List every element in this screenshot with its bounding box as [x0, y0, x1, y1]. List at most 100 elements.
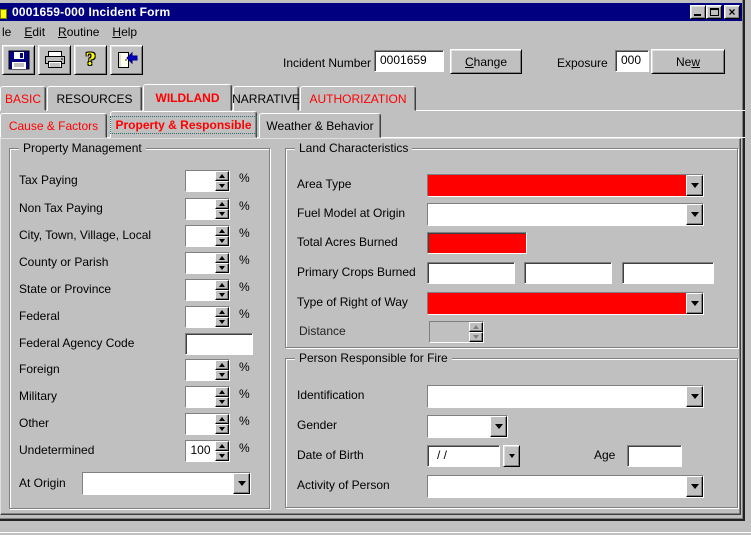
- tab-wildland[interactable]: WILDLAND: [143, 84, 232, 111]
- state-province-spinner[interactable]: [185, 279, 230, 301]
- exposure-label: Exposure: [557, 56, 608, 70]
- save-icon: [8, 50, 30, 70]
- tab-property-responsible[interactable]: Property & Responsible: [110, 111, 257, 138]
- new-button[interactable]: New: [651, 49, 725, 74]
- percent-label: %: [239, 441, 250, 455]
- total-acres-field[interactable]: [427, 232, 527, 254]
- spin-down-icon[interactable]: [215, 317, 229, 327]
- spin-down-icon[interactable]: [215, 236, 229, 246]
- tab-cause-factors[interactable]: Cause & Factors: [0, 113, 107, 138]
- spin-up-icon[interactable]: [215, 280, 229, 290]
- incident-form-window: 0001659-000 Incident Form × le Edit Rout…: [0, 0, 745, 521]
- land-characteristics-title: Land Characteristics: [295, 141, 412, 155]
- spin-down-icon[interactable]: [215, 424, 229, 434]
- spin-down-icon[interactable]: [215, 451, 229, 461]
- tab-authorization[interactable]: AUTHORIZATION: [300, 86, 416, 111]
- date-of-birth-field[interactable]: / /: [427, 445, 500, 467]
- maximize-button[interactable]: [706, 5, 722, 19]
- percent-label: %: [239, 280, 250, 294]
- age-field[interactable]: [627, 445, 682, 467]
- chevron-down-icon[interactable]: [686, 175, 703, 196]
- minimize-button[interactable]: [690, 5, 706, 19]
- help-button[interactable]: ?: [74, 45, 107, 75]
- other-spinner[interactable]: [185, 413, 230, 435]
- chevron-down-icon[interactable]: [686, 386, 703, 407]
- undetermined-label: Undetermined: [19, 443, 94, 457]
- chevron-down-icon[interactable]: [490, 416, 507, 437]
- primary-crop-field-3[interactable]: [622, 262, 714, 284]
- close-button[interactable]: ×: [724, 5, 740, 19]
- spin-up-icon[interactable]: [215, 171, 229, 181]
- spin-down-icon[interactable]: [215, 263, 229, 273]
- spin-up-icon[interactable]: [215, 414, 229, 424]
- total-acres-label: Total Acres Burned: [297, 235, 398, 249]
- date-picker-button[interactable]: [503, 445, 520, 467]
- area-type-dropdown[interactable]: [427, 174, 704, 197]
- identification-label: Identification: [297, 388, 364, 402]
- county-parish-label: County or Parish: [19, 255, 108, 269]
- tab-resources[interactable]: RESOURCES: [47, 86, 142, 111]
- at-origin-label: At Origin: [19, 476, 66, 490]
- spin-up-icon[interactable]: [215, 199, 229, 209]
- identification-dropdown[interactable]: [427, 385, 704, 408]
- chevron-down-icon[interactable]: [686, 476, 703, 497]
- save-button[interactable]: [2, 45, 35, 75]
- desktop-edge: [0, 532, 751, 533]
- right-of-way-dropdown[interactable]: [427, 292, 704, 315]
- chevron-down-icon[interactable]: [233, 473, 250, 494]
- non-tax-paying-spinner[interactable]: [185, 198, 230, 220]
- tab-weather-behavior[interactable]: Weather & Behavior: [259, 113, 381, 138]
- exit-button[interactable]: [110, 45, 143, 75]
- change-button[interactable]: Change: [450, 49, 522, 74]
- activity-dropdown[interactable]: [427, 475, 704, 498]
- federal-label: Federal: [19, 309, 60, 323]
- menu-help[interactable]: Help: [112, 25, 137, 39]
- state-province-label: State or Province: [19, 282, 111, 296]
- city-town-spinner[interactable]: [185, 225, 230, 247]
- spin-down-icon[interactable]: [215, 397, 229, 407]
- tax-paying-spinner[interactable]: [185, 170, 230, 192]
- chevron-down-icon[interactable]: [686, 204, 703, 225]
- app-icon: [0, 9, 7, 19]
- window-title: 0001659-000 Incident Form: [12, 5, 170, 19]
- print-button[interactable]: [38, 45, 71, 75]
- spin-up-icon[interactable]: [215, 387, 229, 397]
- undetermined-spinner[interactable]: 100: [185, 440, 230, 462]
- federal-agency-code-field[interactable]: [185, 333, 253, 355]
- at-origin-dropdown[interactable]: [82, 472, 251, 495]
- spin-down-icon: [469, 332, 483, 342]
- incident-number-field[interactable]: 0001659: [374, 50, 444, 72]
- other-label: Other: [19, 416, 49, 430]
- spin-up-icon[interactable]: [215, 360, 229, 370]
- spin-up-icon[interactable]: [215, 307, 229, 317]
- federal-spinner[interactable]: [185, 306, 230, 328]
- title-bar[interactable]: 0001659-000 Incident Form ×: [0, 3, 742, 21]
- spin-down-icon[interactable]: [215, 209, 229, 219]
- tax-paying-label: Tax Paying: [19, 173, 78, 187]
- spin-down-icon[interactable]: [215, 370, 229, 380]
- exposure-field[interactable]: 000: [615, 50, 649, 72]
- percent-label: %: [239, 226, 250, 240]
- spin-up-icon[interactable]: [215, 441, 229, 451]
- gender-dropdown[interactable]: [427, 415, 508, 438]
- spin-down-icon[interactable]: [215, 290, 229, 300]
- person-responsible-title: Person Responsible for Fire: [295, 351, 452, 365]
- military-spinner[interactable]: [185, 386, 230, 408]
- foreign-spinner[interactable]: [185, 359, 230, 381]
- primary-crop-field-2[interactable]: [524, 262, 612, 284]
- spin-up-icon[interactable]: [215, 226, 229, 236]
- county-parish-spinner[interactable]: [185, 252, 230, 274]
- tab-basic[interactable]: BASIC: [0, 86, 46, 111]
- menu-routine[interactable]: Routine: [58, 25, 99, 39]
- menu-file[interactable]: le: [2, 25, 11, 39]
- chevron-down-icon[interactable]: [686, 293, 703, 314]
- primary-crops-label: Primary Crops Burned: [297, 265, 416, 279]
- spin-down-icon[interactable]: [215, 181, 229, 191]
- chevron-down-icon: [509, 454, 515, 458]
- spin-up-icon[interactable]: [215, 253, 229, 263]
- primary-crop-field-1[interactable]: [427, 262, 515, 284]
- fuel-model-dropdown[interactable]: [427, 203, 704, 226]
- tab-narrative[interactable]: NARRATIVE: [233, 86, 299, 111]
- menu-edit[interactable]: Edit: [24, 25, 45, 39]
- activity-label: Activity of Person: [297, 478, 390, 492]
